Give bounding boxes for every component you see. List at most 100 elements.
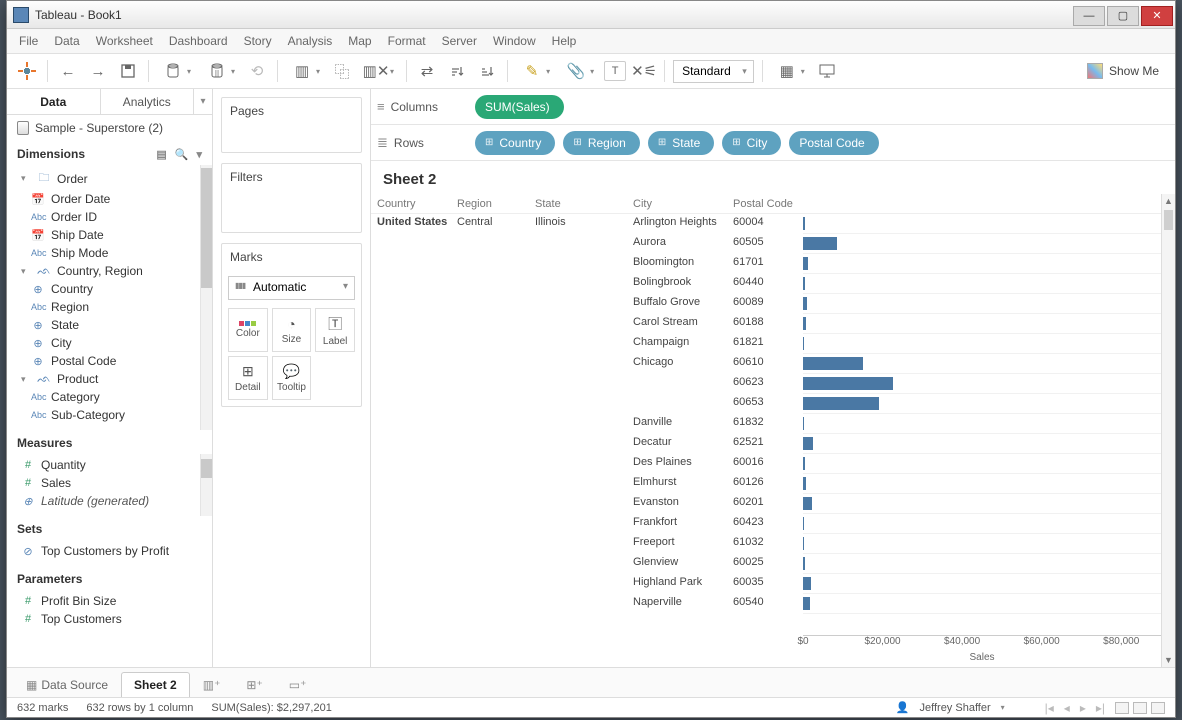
field-ship-mode[interactable]: AbcShip Mode (13, 244, 206, 262)
bar[interactable] (803, 357, 863, 370)
rows-shelf[interactable]: ≣Rows ⊞Country ⊞Region ⊞State ⊞City Post… (371, 125, 1175, 161)
set-top-customers[interactable]: ⊘Top Customers by Profit (13, 542, 206, 560)
pill-sum-sales[interactable]: SUM(Sales) (475, 95, 564, 119)
folder-country-region[interactable]: ▾ᨒCountry, Region (13, 262, 206, 280)
bar[interactable] (803, 437, 813, 450)
scroll-up-icon[interactable]: ▲ (1162, 196, 1175, 206)
group-button[interactable]: 📎▾ (560, 59, 598, 83)
new-sheet-button[interactable]: ▥⁺ (190, 672, 234, 697)
sort-asc-button[interactable] (445, 59, 469, 83)
menu-dashboard[interactable]: Dashboard (169, 34, 228, 48)
bar-row[interactable] (803, 214, 1161, 234)
param-profit-bin[interactable]: #Profit Bin Size (13, 592, 206, 610)
bar-row[interactable] (803, 554, 1161, 574)
folder-product[interactable]: ▾ᨒProduct (13, 370, 206, 388)
menu-window[interactable]: Window (493, 34, 536, 48)
menu-story[interactable]: Story (244, 34, 272, 48)
pill-region[interactable]: ⊞Region (563, 131, 639, 155)
menu-file[interactable]: File (19, 34, 38, 48)
back-button[interactable]: ← (56, 59, 80, 83)
bar-row[interactable] (803, 454, 1161, 474)
bar[interactable] (803, 317, 806, 330)
viz-scrollbar[interactable]: ▲ ▼ (1161, 194, 1175, 667)
bar-row[interactable] (803, 354, 1161, 374)
bar[interactable] (803, 577, 811, 590)
mark-size-button[interactable]: ◔Size (272, 308, 312, 352)
bar-row[interactable] (803, 274, 1161, 294)
close-button[interactable]: ✕ (1141, 6, 1173, 26)
scroll-thumb[interactable] (1164, 210, 1173, 230)
field-postal-code[interactable]: ⊕Postal Code (13, 352, 206, 370)
minimize-button[interactable]: — (1073, 6, 1105, 26)
highlight-button[interactable]: ✎▾ (516, 59, 554, 83)
tab-data[interactable]: Data (7, 89, 101, 114)
tab-datasource[interactable]: ▦Data Source (13, 672, 121, 697)
bar[interactable] (803, 237, 837, 250)
marks-type-select[interactable]: Automatic (228, 276, 355, 300)
bar[interactable] (803, 497, 812, 510)
view-mode-1-icon[interactable] (1115, 702, 1129, 714)
menu-map[interactable]: Map (348, 34, 371, 48)
bar-row[interactable] (803, 294, 1161, 314)
duplicate-button[interactable]: ⿻ (330, 59, 354, 83)
columns-shelf[interactable]: ≡Columns SUM(Sales) (371, 89, 1175, 125)
bar[interactable] (803, 417, 804, 430)
field-quantity[interactable]: #Quantity (13, 456, 206, 474)
folder-order[interactable]: ▾🗀Order (13, 167, 206, 190)
bar-row[interactable] (803, 254, 1161, 274)
field-sales[interactable]: #Sales (13, 474, 206, 492)
tab-analytics[interactable]: Analytics (101, 89, 195, 114)
field-latitude[interactable]: ⊕Latitude (generated) (13, 492, 206, 510)
bar-row[interactable] (803, 514, 1161, 534)
bar-row[interactable] (803, 334, 1161, 354)
bar-row[interactable] (803, 534, 1161, 554)
menu-analysis[interactable]: Analysis (288, 34, 333, 48)
param-top-customers[interactable]: #Top Customers (13, 610, 206, 628)
pill-city[interactable]: ⊞City (722, 131, 781, 155)
sort-desc-button[interactable] (475, 59, 499, 83)
bar[interactable] (803, 457, 805, 470)
field-sub-category[interactable]: AbcSub-Category (13, 406, 206, 424)
bar[interactable] (803, 397, 879, 410)
menu-help[interactable]: Help (552, 34, 577, 48)
bar[interactable] (803, 277, 805, 290)
bar[interactable] (803, 297, 807, 310)
bar-row[interactable] (803, 594, 1161, 614)
refresh-button[interactable]: ⟲ (245, 59, 269, 83)
datasource-item[interactable]: Sample - Superstore (2) (7, 115, 212, 141)
bar-row[interactable] (803, 414, 1161, 434)
field-order-date[interactable]: 📅Order Date (13, 190, 206, 208)
pill-postal[interactable]: Postal Code (789, 131, 878, 155)
menu-format[interactable]: Format (388, 34, 426, 48)
bar[interactable] (803, 337, 804, 350)
clear-filter-button[interactable]: ✕⚟ (632, 59, 656, 83)
filters-card[interactable]: Filters (221, 163, 362, 233)
bar[interactable] (803, 517, 804, 530)
bar-row[interactable] (803, 234, 1161, 254)
new-dashboard-button[interactable]: ⊞⁺ (233, 672, 275, 697)
menu-data[interactable]: Data (54, 34, 79, 48)
pill-state[interactable]: ⊞State (648, 131, 714, 155)
menu-server[interactable]: Server (442, 34, 477, 48)
mark-label-button[interactable]: 🅃Label (315, 308, 355, 352)
mark-tooltip-button[interactable]: 💬Tooltip (272, 356, 312, 400)
swap-button[interactable]: ⇄ (415, 59, 439, 83)
bar-row[interactable] (803, 494, 1161, 514)
view-mode-3-icon[interactable] (1151, 702, 1165, 714)
status-user[interactable]: Jeffrey Shaffer (920, 702, 991, 714)
field-state[interactable]: ⊕State (13, 316, 206, 334)
nav-prev-icon[interactable]: ◂ (1064, 701, 1070, 715)
bar-row[interactable] (803, 394, 1161, 414)
field-category[interactable]: AbcCategory (13, 388, 206, 406)
pause-updates-button[interactable]: ||▾ (201, 59, 239, 83)
scroll-down-icon[interactable]: ▼ (1162, 655, 1175, 665)
new-datasource-button[interactable]: ▾ (157, 59, 195, 83)
bar[interactable] (803, 557, 805, 570)
mark-detail-button[interactable]: ⊞Detail (228, 356, 268, 400)
bar-row[interactable] (803, 434, 1161, 454)
field-city[interactable]: ⊕City (13, 334, 206, 352)
save-button[interactable] (116, 59, 140, 83)
tab-sheet2[interactable]: Sheet 2 (121, 672, 190, 697)
mark-color-button[interactable]: Color (228, 308, 268, 352)
search-icon[interactable]: 🔍 (175, 148, 189, 161)
